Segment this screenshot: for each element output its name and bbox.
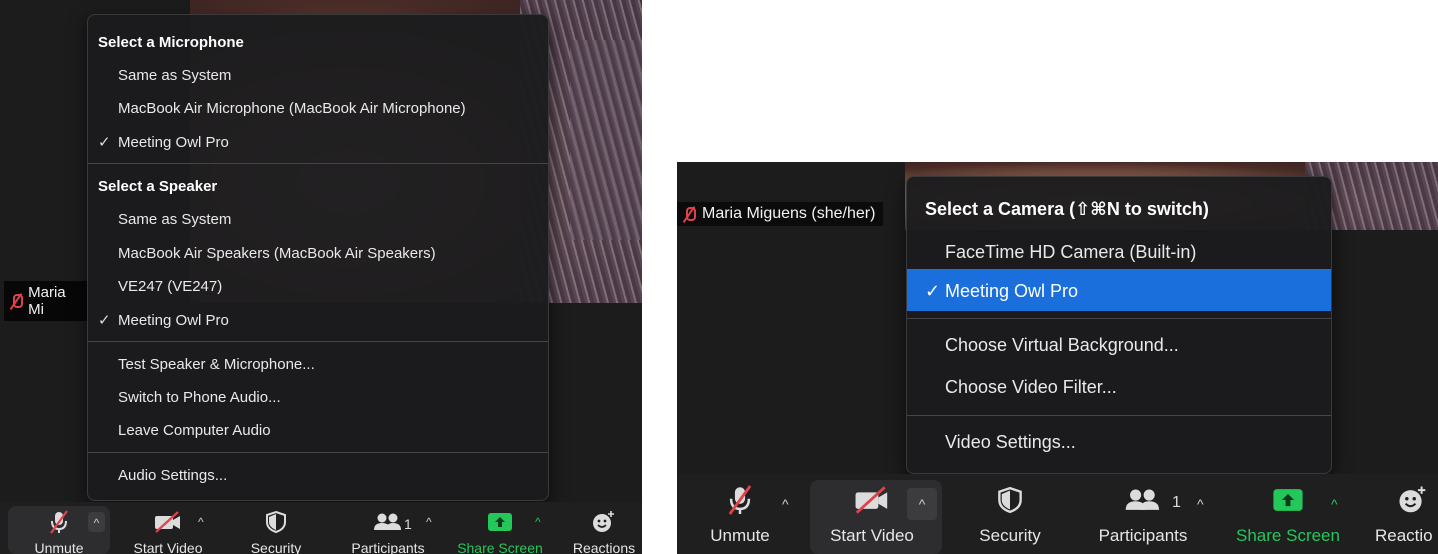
menu-item-label: Meeting Owl Pro xyxy=(118,133,229,151)
video-options-caret[interactable]: ^ xyxy=(907,488,937,520)
unmute-button[interactable]: Unmute xyxy=(28,510,90,554)
security-label: Security xyxy=(979,526,1041,545)
menu-item-label: Same as System xyxy=(118,67,232,84)
share-screen-caret[interactable]: ^ xyxy=(1331,497,1338,511)
muted-mic-icon xyxy=(9,293,24,309)
menu-item-label: Meeting Owl Pro xyxy=(118,311,229,329)
participants-count: 1 xyxy=(404,516,412,532)
speaker-option-macbook-air[interactable]: MacBook Air Speakers (MacBook Air Speake… xyxy=(88,245,548,262)
speaker-option-meeting-owl-pro[interactable]: ✓ Meeting Owl Pro xyxy=(88,311,548,330)
reactions-label: Reactions xyxy=(572,540,636,554)
start-video-label: Start Video xyxy=(830,526,914,545)
unmute-button[interactable]: Unmute xyxy=(705,484,775,546)
menu-item-label: Choose Video Filter... xyxy=(945,377,1117,397)
smiley-plus-icon xyxy=(1399,486,1426,513)
shield-icon xyxy=(998,486,1022,514)
unmute-label: Unmute xyxy=(710,526,770,545)
share-screen-icon xyxy=(1273,489,1303,511)
mic-option-same-as-system[interactable]: Same as System xyxy=(88,67,548,84)
menu-item-label: Leave Computer Audio xyxy=(118,422,271,439)
participant-name: Maria Miguens (she/her) xyxy=(702,205,876,222)
checkmark-icon: ✓ xyxy=(925,280,941,301)
video-options-caret[interactable]: ^ xyxy=(198,516,204,528)
share-screen-button[interactable]: Share Screen xyxy=(452,510,548,554)
speaker-option-same-as-system[interactable]: Same as System xyxy=(88,211,548,228)
muted-mic-icon xyxy=(682,206,696,222)
camera-option-facetime-hd[interactable]: FaceTime HD Camera (Built-in) xyxy=(907,227,1331,267)
menu-item-label: Choose Virtual Background... xyxy=(945,335,1179,355)
menu-item-label: Test Speaker & Microphone... xyxy=(118,356,315,373)
menu-item-label: Meeting Owl Pro xyxy=(945,280,1079,301)
switch-to-phone-audio-option[interactable]: Switch to Phone Audio... xyxy=(88,389,548,406)
unmute-label: Unmute xyxy=(34,540,84,554)
menu-item-label: VE247 (VE247) xyxy=(118,278,223,295)
camera-section-header: Select a Camera (⇧⌘N to switch) xyxy=(925,199,1209,219)
speaker-section-header: Select a Speaker xyxy=(98,178,218,195)
start-video-label: Start Video xyxy=(133,540,203,554)
participant-name-tag: Maria Miguens (she/her) xyxy=(677,202,884,226)
microphone-section-header: Select a Microphone xyxy=(98,34,244,51)
checkmark-icon: ✓ xyxy=(98,134,111,151)
participants-button[interactable]: Participants xyxy=(338,510,438,554)
menu-item-label: Audio Settings... xyxy=(118,467,228,484)
share-screen-button[interactable]: Share Screen xyxy=(1229,484,1347,546)
muted-microphone-icon xyxy=(728,485,752,515)
menu-item-label: FaceTime HD Camera (Built-in) xyxy=(945,241,1197,262)
participants-icon xyxy=(374,513,401,530)
menu-item-label: MacBook Air Speakers (MacBook Air Speake… xyxy=(118,245,436,262)
shield-icon xyxy=(266,510,286,534)
share-screen-caret[interactable]: ^ xyxy=(535,516,541,528)
reactions-label: Reactio xyxy=(1375,526,1433,545)
share-screen-label: Share Screen xyxy=(1236,526,1340,545)
participants-label: Participants xyxy=(1098,526,1188,545)
menu-divider xyxy=(88,341,548,342)
participant-name-tag: Maria Mi xyxy=(4,281,90,321)
menu-item-label: Same as System xyxy=(118,211,232,228)
share-screen-icon xyxy=(488,513,512,531)
right-screenshot-panel: Maria Miguens (she/her) Select a Camera … xyxy=(677,162,1438,554)
participants-caret[interactable]: ^ xyxy=(1197,497,1204,511)
security-button[interactable]: Security xyxy=(240,510,312,554)
menu-divider xyxy=(907,318,1331,319)
leave-computer-audio-option[interactable]: Leave Computer Audio xyxy=(88,422,548,439)
audio-options-caret[interactable]: ^ xyxy=(782,497,789,511)
menu-divider xyxy=(907,415,1331,416)
checkmark-icon: ✓ xyxy=(98,312,111,329)
speaker-option-ve247[interactable]: VE247 (VE247) xyxy=(88,278,548,295)
camera-option-meeting-owl-pro[interactable]: ✓ Meeting Owl Pro xyxy=(907,269,1331,311)
security-button[interactable]: Security xyxy=(967,484,1053,546)
menu-item-label: MacBook Air Microphone (MacBook Air Micr… xyxy=(118,100,466,117)
reactions-button[interactable]: Reactions xyxy=(566,510,642,554)
security-label: Security xyxy=(250,540,302,554)
participant-name: Maria Mi xyxy=(28,284,66,318)
participants-icon xyxy=(1125,489,1160,510)
participants-label: Participants xyxy=(351,540,425,554)
test-speaker-mic-option[interactable]: Test Speaker & Microphone... xyxy=(88,356,548,373)
participants-button[interactable]: Participants xyxy=(1085,484,1201,546)
meeting-toolbar: Unmute ^ Start Video ^ Security Particip… xyxy=(677,474,1438,554)
choose-video-filter-option[interactable]: Choose Video Filter... xyxy=(907,377,1331,398)
video-off-icon xyxy=(155,511,180,533)
menu-divider xyxy=(88,163,548,164)
reactions-button[interactable]: Reactio xyxy=(1375,484,1438,546)
muted-microphone-icon xyxy=(50,510,68,534)
left-screenshot-panel: Maria Mi Select a Microphone Same as Sys… xyxy=(0,0,642,554)
video-settings-option[interactable]: Video Settings... xyxy=(907,432,1331,453)
menu-item-label: Video Settings... xyxy=(945,432,1076,452)
camera-options-menu: Select a Camera (⇧⌘N to switch) FaceTime… xyxy=(906,176,1332,474)
mic-option-meeting-owl-pro[interactable]: ✓ Meeting Owl Pro xyxy=(88,133,548,152)
participants-caret[interactable]: ^ xyxy=(426,516,432,528)
audio-options-menu: Select a Microphone Same as System MacBo… xyxy=(87,14,549,501)
menu-divider xyxy=(88,452,548,453)
smiley-plus-icon xyxy=(593,511,614,532)
menu-item-label: Switch to Phone Audio... xyxy=(118,389,281,406)
audio-options-caret[interactable]: ^ xyxy=(88,512,105,532)
mic-option-macbook-air[interactable]: MacBook Air Microphone (MacBook Air Micr… xyxy=(88,100,548,117)
meeting-toolbar: Unmute ^ Start Video ^ Security Particip… xyxy=(0,502,642,554)
share-screen-label: Share Screen xyxy=(457,540,543,554)
video-off-icon xyxy=(855,486,888,514)
audio-settings-option[interactable]: Audio Settings... xyxy=(88,467,548,484)
participants-count: 1 xyxy=(1172,494,1181,511)
choose-virtual-background-option[interactable]: Choose Virtual Background... xyxy=(907,335,1331,356)
